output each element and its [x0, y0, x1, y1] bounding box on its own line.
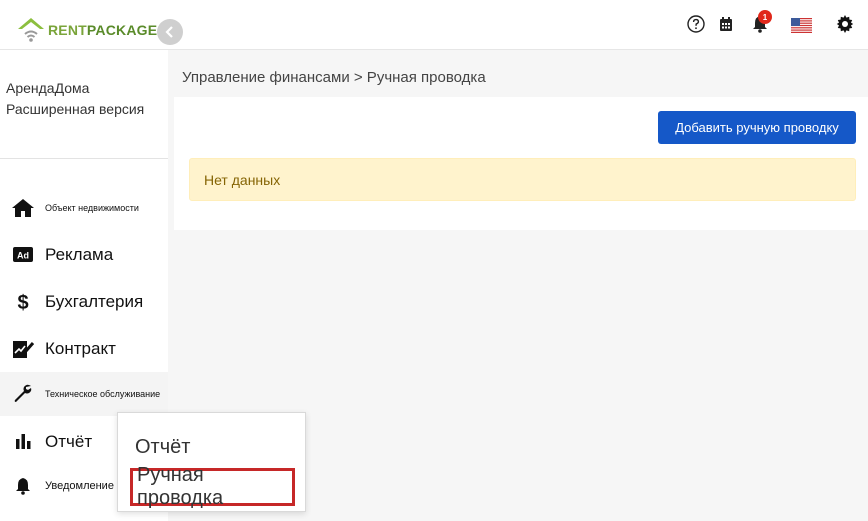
breadcrumb: Управление финансами > Ручная проводка	[182, 69, 486, 86]
wrench-icon	[12, 383, 34, 405]
sidebar-item-advertising[interactable]: Ad Реклама	[0, 233, 168, 277]
sidebar-item-label: Техническое обслуживание	[45, 389, 161, 399]
submenu-item-manual-entry[interactable]: Ручная проводка	[130, 464, 295, 509]
top-header: RENTPACKAGE 1	[0, 0, 868, 50]
empty-state-alert: Нет данных	[189, 158, 856, 201]
sidebar-item-label: Бухгалтерия	[45, 292, 144, 311]
svg-text:$: $	[17, 292, 28, 313]
help-icon	[687, 15, 705, 33]
bar-chart-icon	[12, 431, 34, 453]
sidebar-item-accounting[interactable]: $ Бухгалтерия	[0, 280, 168, 324]
submenu-item-report[interactable]: Отчёт	[135, 436, 190, 459]
home-icon	[12, 197, 34, 219]
sidebar-collapse-button[interactable]	[157, 19, 183, 45]
calendar-button[interactable]	[716, 14, 736, 34]
sidebar-item-label: Отчёт	[45, 432, 93, 451]
sidebar-item-label: Контракт	[45, 339, 116, 358]
add-manual-entry-button[interactable]: Добавить ручную проводку	[658, 111, 856, 144]
logo-text: RENTPACKAGE	[48, 22, 158, 38]
report-submenu: Отчёт Ручная проводка	[117, 412, 306, 512]
dollar-icon: $	[12, 291, 34, 313]
chevron-left-icon	[165, 26, 173, 38]
calendar-icon	[720, 17, 732, 31]
svg-text:Ad: Ad	[17, 251, 29, 261]
sidebar-item-property[interactable]: Объект недвижимости	[0, 186, 168, 230]
bell-icon	[12, 475, 34, 497]
sidebar-item-label: Уведомление	[45, 480, 114, 492]
empty-state-text: Нет данных	[204, 171, 281, 188]
notification-badge: 1	[758, 10, 772, 24]
sidebar-item-contract[interactable]: Контракт	[0, 327, 168, 371]
sidebar-item-maintenance[interactable]: Техническое обслуживание	[0, 372, 168, 416]
sidebar-item-label: Реклама	[45, 245, 114, 264]
language-button[interactable]	[790, 15, 812, 35]
account-info: АрендаДома Расширенная версия	[6, 78, 144, 120]
contract-icon	[12, 338, 34, 360]
account-plan: Расширенная версия	[6, 101, 145, 117]
account-name: АрендаДома	[6, 80, 90, 96]
sidebar-divider	[0, 158, 168, 159]
logo-house-icon	[16, 16, 46, 44]
help-button[interactable]	[686, 14, 706, 34]
gear-icon	[836, 15, 854, 33]
us-flag-icon	[790, 17, 812, 33]
notifications-button[interactable]: 1	[750, 10, 772, 34]
logo[interactable]: RENTPACKAGE	[16, 16, 157, 44]
settings-button[interactable]	[835, 14, 855, 34]
ad-icon: Ad	[12, 244, 34, 266]
sidebar-item-label: Объект недвижимости	[45, 203, 139, 213]
